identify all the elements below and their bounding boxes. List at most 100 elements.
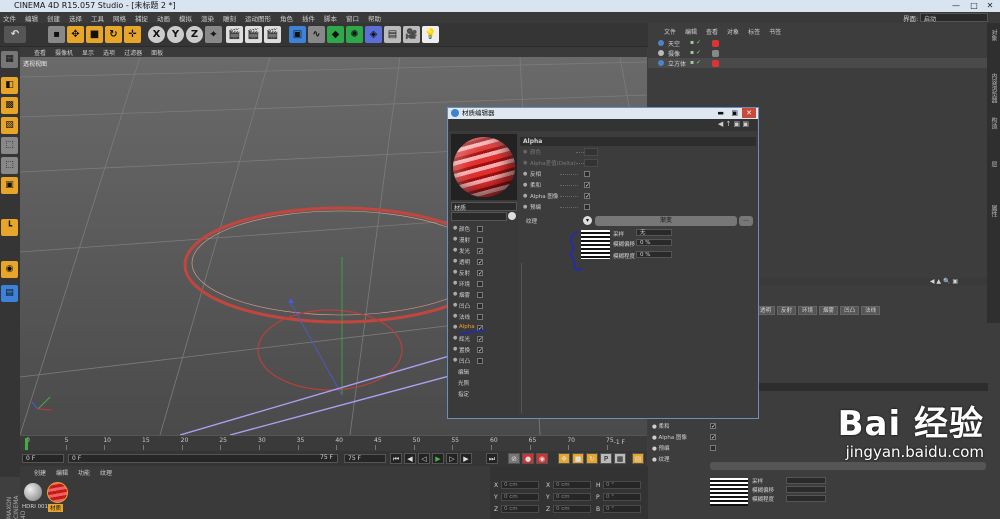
coord-field[interactable]: 0 cm	[501, 493, 539, 501]
attribute-tab[interactable]: 法线	[861, 306, 881, 315]
snap-icon[interactable]: ◉	[1, 261, 18, 278]
attribute-prop-checkbox[interactable]: ✓	[710, 423, 716, 430]
polygons-mode-icon[interactable]: ▣	[1, 177, 18, 194]
menu-item[interactable]: 编辑	[25, 13, 38, 23]
objects-menu-item[interactable]: 文件	[664, 27, 676, 36]
attribute-tab[interactable]: 烟雾	[819, 306, 839, 315]
attributes-texture-field[interactable]	[710, 462, 986, 470]
menu-item[interactable]: 网格	[113, 13, 126, 23]
sidebar-tab[interactable]: 内容浏览器	[989, 73, 998, 103]
attributes-nav-icons[interactable]: ◀ ▲ 🔍 ▣	[930, 278, 958, 285]
menu-item[interactable]: 动画	[157, 13, 170, 23]
object-row[interactable]: 摄像 ▪ ✓	[648, 48, 988, 58]
viewport-menu-item[interactable]: 过滤器	[124, 48, 142, 57]
visibility-icon[interactable]: ▪ ✓	[690, 49, 701, 56]
attribute-sample-field[interactable]	[786, 486, 826, 493]
sidebar-tab[interactable]: 构造	[989, 117, 998, 129]
objects-menu-item[interactable]: 书签	[769, 27, 781, 36]
select-icon[interactable]: ▪	[48, 26, 65, 43]
sidebar-tab[interactable]: 属性	[989, 205, 998, 217]
timeline-icon[interactable]: ▤	[632, 453, 644, 464]
key-scale-icon[interactable]: ■	[572, 453, 584, 464]
coordinate-system-icon[interactable]: ⌖	[205, 26, 222, 43]
prev-key-icon[interactable]: ◀	[404, 453, 416, 464]
coord-field[interactable]: 0 cm	[553, 505, 591, 513]
viewport-menu-item[interactable]: 选项	[103, 48, 115, 57]
render-settings-icon[interactable]: 🎬	[264, 26, 281, 43]
coord-field[interactable]: 0 °	[603, 493, 641, 501]
model-mode-icon[interactable]: ▦	[1, 51, 18, 68]
coord-field[interactable]: 0 cm	[501, 481, 539, 489]
coord-field[interactable]: 0 cm	[553, 493, 591, 501]
key-rotate-icon[interactable]: ↻	[586, 453, 598, 464]
workplane-icon[interactable]: ▧	[1, 117, 18, 134]
x-axis-button[interactable]: X	[148, 26, 165, 43]
attribute-sample-field[interactable]	[786, 477, 826, 484]
maximize-button[interactable]: □	[966, 1, 982, 11]
menu-item[interactable]: 脚本	[324, 13, 337, 23]
tag-icon[interactable]	[712, 40, 719, 47]
camera-icon[interactable]: 🎥	[403, 26, 420, 43]
menu-item[interactable]: 雕刻	[223, 13, 236, 23]
goto-start-icon[interactable]: ⏮	[390, 453, 402, 464]
record-icon[interactable]: ●	[522, 453, 534, 464]
viewport-menu-item[interactable]: 查看	[34, 48, 46, 57]
z-axis-button[interactable]: Z	[186, 26, 203, 43]
material-menu-item[interactable]: 编辑	[56, 468, 68, 478]
objects-menu-item[interactable]: 对象	[727, 27, 739, 36]
record-off-icon[interactable]: ⊘	[508, 453, 520, 464]
tag-icon[interactable]	[712, 60, 719, 67]
menu-item[interactable]: 窗口	[346, 13, 359, 23]
coord-field[interactable]: 0 °	[603, 505, 641, 513]
menu-item[interactable]: 渲染	[201, 13, 214, 23]
attribute-sample-field[interactable]	[786, 495, 826, 502]
menu-item[interactable]: 角色	[280, 13, 293, 23]
menu-item[interactable]: 帮助	[368, 13, 381, 23]
material-preview[interactable]	[47, 482, 68, 503]
attribute-tab[interactable]: 凹凸	[840, 306, 860, 315]
menu-item[interactable]: 捕捉	[135, 13, 148, 23]
render-view-icon[interactable]: 🎬	[226, 26, 243, 43]
attribute-prop-checkbox[interactable]	[710, 445, 716, 451]
render-picture-icon[interactable]: 🎬	[245, 26, 262, 43]
key-pla-icon[interactable]: ▦	[614, 453, 626, 464]
menu-item[interactable]: 选择	[69, 13, 82, 23]
layout-select[interactable]: 启动	[920, 13, 988, 23]
coord-field[interactable]: 0 °	[603, 481, 641, 489]
menu-item[interactable]: 插件	[302, 13, 315, 23]
minimize-button[interactable]: —	[948, 1, 964, 11]
next-frame-icon[interactable]: ▷	[446, 453, 458, 464]
sidebar-tab[interactable]: 层	[989, 161, 998, 167]
autokey-icon[interactable]: ◉	[536, 453, 548, 464]
key-param-icon[interactable]: P	[600, 453, 612, 464]
attribute-tab[interactable]: 环境	[798, 306, 818, 315]
light-icon[interactable]: 💡	[422, 26, 439, 43]
edges-mode-icon[interactable]: ⬚	[1, 157, 18, 174]
objects-menu-item[interactable]: 查看	[706, 27, 718, 36]
environment-icon[interactable]: ▤	[384, 26, 401, 43]
menu-item[interactable]: 工具	[91, 13, 104, 23]
add-icon[interactable]: ✛	[124, 26, 141, 43]
material-menu-item[interactable]: 功能	[78, 468, 90, 478]
visibility-icon[interactable]: ▪ ✓	[690, 39, 701, 46]
end-frame-field[interactable]: 75 F	[344, 454, 386, 463]
key-move-icon[interactable]: ✥	[558, 453, 570, 464]
workplane-grid-icon[interactable]: ▤	[1, 285, 18, 302]
rotate-icon[interactable]: ↻	[105, 26, 122, 43]
undo-icon[interactable]: ↶	[4, 26, 26, 43]
object-row[interactable]: 立方体 ▪ ✓	[648, 58, 988, 68]
timeline-cursor[interactable]	[25, 438, 28, 450]
y-axis-button[interactable]: Y	[167, 26, 184, 43]
array-icon[interactable]: ✺	[346, 26, 363, 43]
close-button[interactable]: ✕	[982, 1, 998, 11]
material-name[interactable]: 材质	[48, 504, 64, 512]
start-frame-field[interactable]: 0 F	[22, 454, 64, 463]
material-menu-item[interactable]: 创建	[34, 468, 46, 478]
object-mode-icon[interactable]: ◧	[1, 77, 18, 94]
axis-mode-icon[interactable]: ┗	[1, 219, 18, 236]
coord-field[interactable]: 0 cm	[501, 505, 539, 513]
cube-icon[interactable]: ▣	[289, 26, 306, 43]
objects-menu-item[interactable]: 标签	[748, 27, 760, 36]
nurbs-icon[interactable]: ◆	[327, 26, 344, 43]
goto-end-icon[interactable]: ⏭	[486, 453, 498, 464]
